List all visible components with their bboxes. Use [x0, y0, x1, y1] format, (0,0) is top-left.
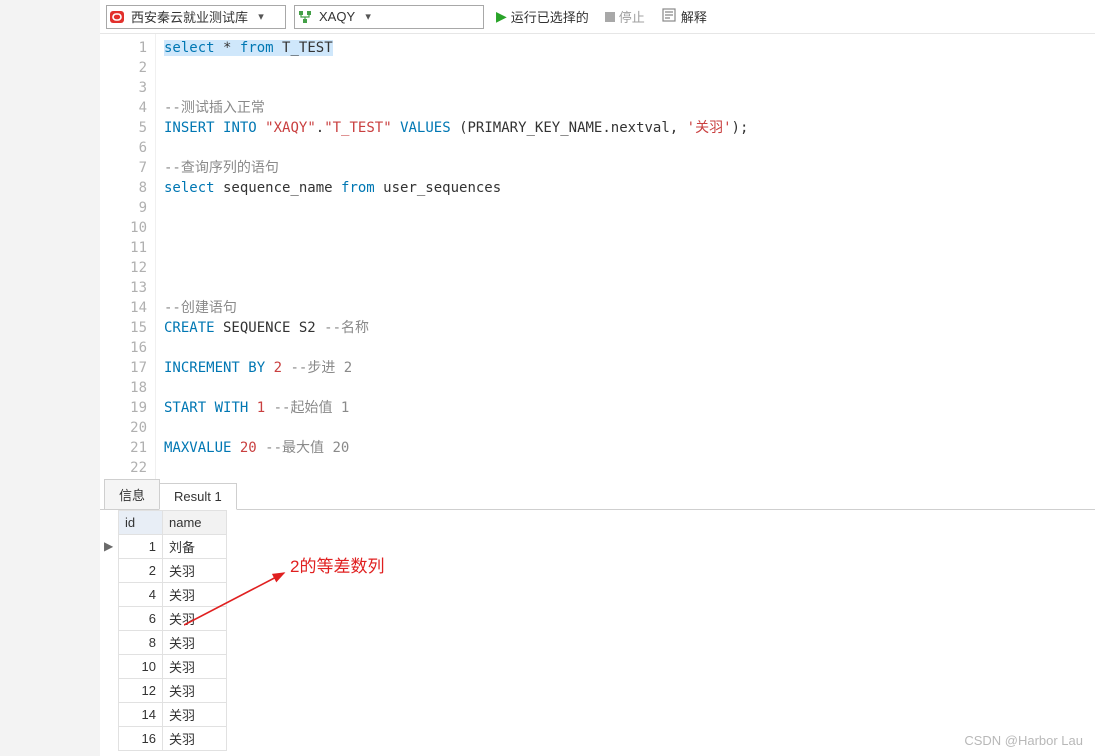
cell-name[interactable]: 关羽 — [163, 655, 227, 679]
sql-editor[interactable]: 12345678910111213141516171819202122 sele… — [100, 34, 1095, 480]
stop-label: 停止 — [619, 7, 645, 26]
result-grid[interactable]: id name 1刘备2关羽4关羽6关羽8关羽10关羽12关羽14关羽16关羽 — [118, 510, 227, 751]
cell-id[interactable]: 16 — [119, 727, 163, 751]
schema-label: XAQY — [315, 9, 359, 24]
table-row[interactable]: 16关羽 — [119, 727, 227, 751]
cell-id[interactable]: 14 — [119, 703, 163, 727]
table-row[interactable]: 14关羽 — [119, 703, 227, 727]
table-row[interactable]: 6关羽 — [119, 607, 227, 631]
watermark: CSDN @Harbor Lau — [964, 733, 1083, 748]
cell-id[interactable]: 10 — [119, 655, 163, 679]
cell-name[interactable]: 关羽 — [163, 679, 227, 703]
table-row[interactable]: 1刘备 — [119, 535, 227, 559]
explain-label: 解释 — [681, 7, 707, 26]
stop-button: 停止 — [601, 6, 649, 28]
schema-icon — [295, 10, 315, 24]
tab-info[interactable]: 信息 — [104, 479, 160, 509]
schema-combo[interactable]: XAQY ▾ — [294, 5, 484, 29]
cell-id[interactable]: 8 — [119, 631, 163, 655]
explain-icon — [661, 8, 677, 25]
cell-name[interactable]: 关羽 — [163, 607, 227, 631]
cell-name[interactable]: 关羽 — [163, 703, 227, 727]
chevron-down-icon: ▾ — [252, 10, 270, 23]
cell-name[interactable]: 关羽 — [163, 631, 227, 655]
table-row[interactable]: 8关羽 — [119, 631, 227, 655]
cell-id[interactable]: 4 — [119, 583, 163, 607]
result-grid-panel: ▶ id name 1刘备2关羽4关羽6关羽8关羽10关羽12关羽14关羽16关… — [100, 510, 1095, 756]
cell-id[interactable]: 1 — [119, 535, 163, 559]
annotation-text: 2的等差数列 — [290, 552, 384, 577]
oracle-icon — [107, 10, 127, 24]
grid-header-row: id name — [119, 511, 227, 535]
current-row-marker: ▶ — [104, 539, 113, 553]
cell-name[interactable]: 关羽 — [163, 727, 227, 751]
chevron-down-icon: ▾ — [359, 10, 377, 23]
cell-id[interactable]: 6 — [119, 607, 163, 631]
table-row[interactable]: 4关羽 — [119, 583, 227, 607]
cell-name[interactable]: 关羽 — [163, 559, 227, 583]
db-connection-label: 西安秦云就业测试库 — [127, 7, 252, 26]
cell-name[interactable]: 关羽 — [163, 583, 227, 607]
cell-name[interactable]: 刘备 — [163, 535, 227, 559]
table-row[interactable]: 12关羽 — [119, 679, 227, 703]
stop-icon — [605, 12, 615, 22]
col-name[interactable]: name — [163, 511, 227, 535]
col-id[interactable]: id — [119, 511, 163, 535]
toolbar: 西安秦云就业测试库 ▾ XAQY ▾ ▶ 运行已选择的 停止 — [100, 0, 1095, 34]
line-number-gutter: 12345678910111213141516171819202122 — [100, 34, 156, 480]
cell-id[interactable]: 2 — [119, 559, 163, 583]
code-area[interactable]: select * from T_TEST --测试插入正常INSERT INTO… — [156, 34, 1095, 480]
play-icon: ▶ — [496, 8, 507, 25]
db-connection-combo[interactable]: 西安秦云就业测试库 ▾ — [106, 5, 286, 29]
table-row[interactable]: 10关羽 — [119, 655, 227, 679]
run-selected-button[interactable]: ▶ 运行已选择的 — [492, 6, 593, 28]
cell-id[interactable]: 12 — [119, 679, 163, 703]
explain-button[interactable]: 解释 — [657, 6, 711, 28]
table-row[interactable]: 2关羽 — [119, 559, 227, 583]
tab-result-1[interactable]: Result 1 — [159, 483, 237, 510]
app-left-gutter — [0, 0, 100, 756]
run-selected-label: 运行已选择的 — [511, 7, 589, 26]
result-tabs: 信息 Result 1 — [100, 480, 1095, 510]
